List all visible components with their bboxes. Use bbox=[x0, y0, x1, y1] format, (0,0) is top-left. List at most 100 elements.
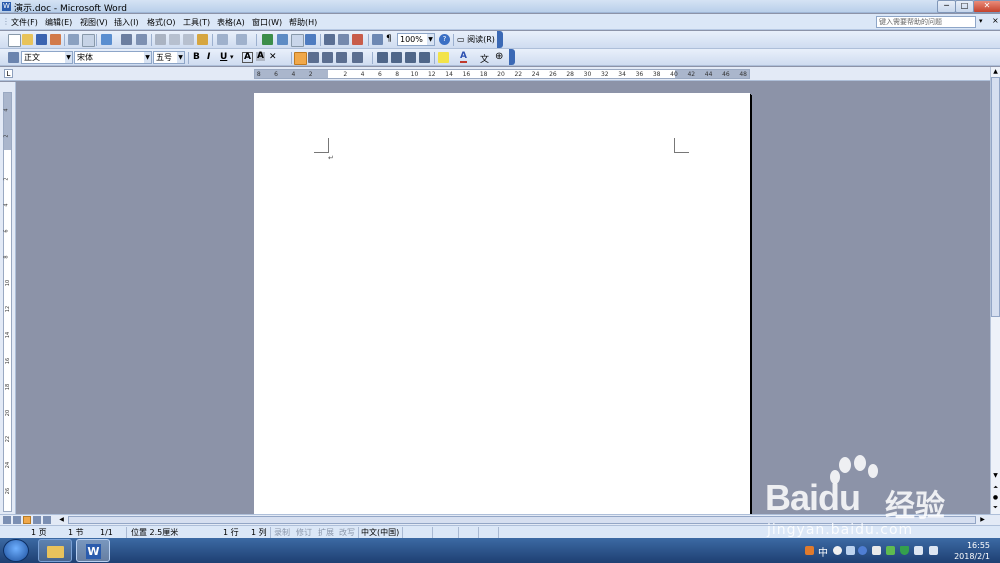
scroll-thumb[interactable] bbox=[991, 77, 1000, 317]
drawing-icon[interactable] bbox=[338, 34, 349, 45]
document-map-icon[interactable] bbox=[352, 34, 363, 45]
paste-icon[interactable] bbox=[183, 34, 194, 45]
status-record[interactable]: 录制 bbox=[274, 527, 290, 538]
font-select[interactable]: 宋体 ▼ bbox=[74, 51, 152, 64]
print-layout-view-icon[interactable] bbox=[23, 516, 31, 524]
phonetic-guide-icon[interactable]: ✕ bbox=[269, 52, 280, 63]
italic-button[interactable]: I bbox=[207, 52, 210, 63]
windows-start-icon[interactable] bbox=[3, 539, 29, 562]
decrease-indent-icon[interactable] bbox=[405, 52, 416, 63]
normal-view-icon[interactable] bbox=[3, 516, 11, 524]
justify-icon[interactable] bbox=[336, 52, 347, 63]
numbering-icon[interactable] bbox=[377, 52, 388, 63]
menu-help[interactable]: 帮助(H) bbox=[289, 17, 317, 28]
tab-selector-icon[interactable]: L bbox=[4, 69, 13, 78]
close-button[interactable]: ✕ bbox=[973, 0, 1000, 13]
ime-indicator[interactable]: 中 bbox=[818, 544, 828, 559]
thesaurus-icon[interactable] bbox=[136, 34, 147, 45]
copy-icon[interactable] bbox=[169, 34, 180, 45]
style-select[interactable]: 正文 ▼ bbox=[21, 51, 73, 64]
scroll-up-icon[interactable]: ▲ bbox=[991, 67, 1000, 76]
reading-view-icon[interactable] bbox=[43, 516, 51, 524]
security-shield-icon[interactable] bbox=[900, 546, 909, 555]
columns-icon[interactable] bbox=[324, 34, 335, 45]
help-dropdown-arrow-icon[interactable]: ▾ bbox=[979, 17, 983, 25]
ime-options-icon[interactable] bbox=[872, 546, 881, 555]
highlight-icon[interactable] bbox=[438, 52, 449, 63]
spelling-icon[interactable] bbox=[101, 34, 112, 45]
hyperlink-icon[interactable] bbox=[262, 34, 273, 45]
volume-icon[interactable] bbox=[929, 546, 938, 555]
previous-page-icon[interactable]: ⏶ bbox=[991, 483, 1000, 492]
styles-pane-icon[interactable] bbox=[8, 52, 19, 63]
char-border-button[interactable]: A bbox=[242, 52, 253, 63]
status-track-changes[interactable]: 修订 bbox=[296, 527, 312, 538]
insert-table-icon[interactable] bbox=[291, 34, 304, 47]
zoom-select[interactable]: 100% ▼ bbox=[397, 33, 435, 46]
font-size-select[interactable]: 五号 ▼ bbox=[153, 51, 185, 64]
chevron-down-icon[interactable]: ▼ bbox=[65, 52, 72, 63]
web-view-icon[interactable] bbox=[13, 516, 21, 524]
menu-view[interactable]: 视图(V) bbox=[80, 17, 108, 28]
insert-excel-icon[interactable] bbox=[305, 34, 316, 45]
cut-icon[interactable] bbox=[155, 34, 166, 45]
vertical-scrollbar[interactable]: ▲ ▼ ⏶ ● ⏷ bbox=[990, 67, 1000, 514]
close-document-icon[interactable]: × bbox=[992, 16, 999, 25]
chevron-down-icon[interactable]: ▼ bbox=[144, 52, 151, 63]
read-mode-button[interactable]: ▭ 阅读(R) bbox=[457, 34, 495, 45]
ime-mode-icon[interactable] bbox=[833, 546, 842, 555]
print-icon[interactable] bbox=[68, 34, 79, 45]
horizontal-ruler[interactable]: 8 6 4 2 2 4 6 8 10 12 14 16 18 20 22 24 26 28 30 32 34 36 38 40… bbox=[254, 69, 750, 79]
ime-flag-icon[interactable] bbox=[805, 546, 814, 555]
taskbar-time[interactable]: 16:55 bbox=[967, 541, 990, 550]
undo-icon[interactable] bbox=[217, 34, 228, 45]
bold-button[interactable]: B bbox=[193, 52, 200, 63]
outline-view-icon[interactable] bbox=[33, 516, 41, 524]
taskbar-explorer-button[interactable] bbox=[38, 539, 72, 562]
help-icon[interactable]: ? bbox=[439, 34, 450, 45]
chevron-down-icon[interactable]: ▼ bbox=[177, 52, 184, 63]
toolbar-options-icon[interactable] bbox=[509, 49, 515, 65]
char-scaling-icon[interactable]: 文 bbox=[480, 52, 491, 65]
show-hide-icon[interactable] bbox=[372, 34, 383, 45]
menu-insert[interactable]: 插入(I) bbox=[114, 17, 139, 28]
permission-icon[interactable] bbox=[50, 34, 61, 45]
underline-dropdown-icon[interactable]: ▾ bbox=[230, 52, 234, 63]
redo-icon[interactable] bbox=[236, 34, 247, 45]
bullets-icon[interactable] bbox=[391, 52, 402, 63]
document-page[interactable]: ↵ bbox=[254, 93, 750, 514]
ime-help-icon[interactable] bbox=[858, 546, 867, 555]
print-preview-icon[interactable] bbox=[82, 34, 95, 47]
select-browse-object-icon[interactable]: ● bbox=[991, 493, 1000, 502]
menu-tools[interactable]: 工具(T) bbox=[183, 17, 210, 28]
new-doc-icon[interactable] bbox=[8, 34, 21, 47]
word-doc-icon[interactable]: W bbox=[2, 2, 11, 11]
menu-file[interactable]: 文件(F) bbox=[11, 17, 38, 28]
open-icon[interactable] bbox=[22, 34, 33, 45]
format-painter-icon[interactable] bbox=[197, 34, 208, 45]
paragraph-mark-icon[interactable]: ¶ bbox=[386, 34, 397, 45]
network-icon[interactable] bbox=[914, 546, 923, 555]
scroll-left-icon[interactable]: ◀ bbox=[57, 515, 66, 524]
menu-table[interactable]: 表格(A) bbox=[217, 17, 245, 28]
next-page-icon[interactable]: ⏷ bbox=[991, 503, 1000, 512]
underline-button[interactable]: U bbox=[220, 52, 227, 63]
scroll-down-icon[interactable]: ▼ bbox=[991, 471, 1000, 480]
enclose-char-icon[interactable]: ⊕ bbox=[495, 52, 506, 63]
taskbar-word-button[interactable]: W bbox=[76, 539, 110, 562]
menu-edit[interactable]: 编辑(E) bbox=[45, 17, 72, 28]
chevron-down-icon[interactable]: ▼ bbox=[427, 34, 434, 45]
menu-window[interactable]: 窗口(W) bbox=[252, 17, 282, 28]
tray-app-icon[interactable] bbox=[886, 546, 895, 555]
status-extend[interactable]: 扩展 bbox=[318, 527, 334, 538]
tables-borders-icon[interactable] bbox=[277, 34, 288, 45]
ime-softkbd-icon[interactable] bbox=[846, 546, 855, 555]
font-color-button[interactable]: A bbox=[460, 52, 467, 63]
minimize-button[interactable]: ─ bbox=[937, 0, 956, 13]
increase-indent-icon[interactable] bbox=[419, 52, 430, 63]
line-spacing-icon[interactable] bbox=[352, 52, 363, 63]
char-shading-button[interactable]: A bbox=[256, 52, 265, 61]
menu-format[interactable]: 格式(O) bbox=[147, 17, 176, 28]
align-right-icon[interactable] bbox=[322, 52, 333, 63]
toolbar-options-icon[interactable] bbox=[497, 31, 503, 48]
